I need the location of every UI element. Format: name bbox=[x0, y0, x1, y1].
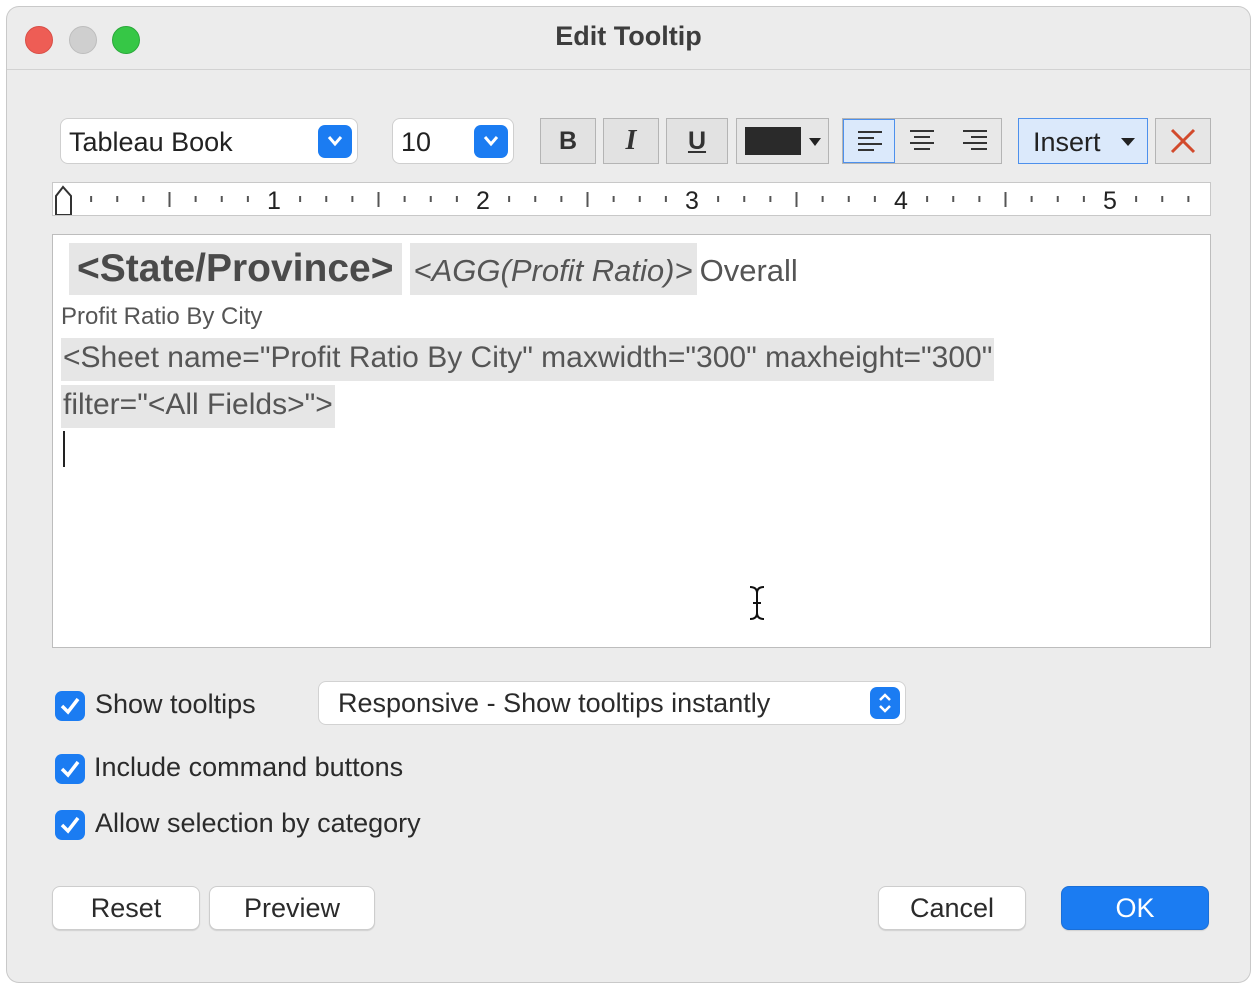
preview-button[interactable]: Preview bbox=[209, 886, 375, 930]
align-center-icon bbox=[910, 130, 934, 150]
checkmark-icon bbox=[60, 816, 80, 834]
tooltip-text-editor[interactable]: <State/Province> <AGG(Profit Ratio)> Overa… bbox=[52, 234, 1211, 648]
font-family-value: Tableau Book bbox=[69, 127, 233, 157]
italic-button[interactable]: I bbox=[603, 118, 659, 164]
tooltip-mode-value: Responsive - Show tooltips instantly bbox=[338, 688, 771, 718]
reset-button[interactable]: Reset bbox=[52, 886, 200, 930]
checkmark-icon bbox=[60, 760, 80, 778]
edit-tooltip-dialog: Edit Tooltip Tableau Book 10 B I U Inser… bbox=[7, 7, 1250, 982]
chevron-down-icon[interactable] bbox=[318, 125, 352, 158]
allow-selection-by-category-checkbox[interactable] bbox=[55, 810, 85, 840]
title-bar: Edit Tooltip bbox=[7, 7, 1250, 70]
ruler-number: 3 bbox=[685, 187, 699, 215]
alignment-group bbox=[842, 118, 1002, 164]
caret-down-icon bbox=[1121, 138, 1135, 146]
ibeam-cursor-icon bbox=[749, 586, 765, 620]
window-title: Edit Tooltip bbox=[555, 21, 702, 51]
text-color-swatch bbox=[745, 127, 801, 155]
chevron-down-icon[interactable] bbox=[474, 125, 508, 158]
close-x-icon bbox=[1170, 128, 1196, 154]
align-center-button[interactable] bbox=[896, 119, 948, 163]
indent-marker-icon[interactable] bbox=[55, 185, 72, 215]
up-down-chevron-icon[interactable] bbox=[870, 687, 900, 719]
text-profit-ratio-by-city: Profit Ratio By City bbox=[61, 303, 263, 330]
font-family-select[interactable]: Tableau Book bbox=[60, 118, 358, 164]
insert-dropdown-button[interactable]: Insert bbox=[1018, 118, 1148, 164]
ruler-number: 5 bbox=[1103, 187, 1117, 215]
ruler-number: 4 bbox=[894, 187, 908, 215]
cancel-button[interactable]: Cancel bbox=[878, 886, 1026, 930]
editor-line-1: <State/Province> <AGG(Profit Ratio)> Overa… bbox=[69, 243, 798, 299]
show-tooltips-label: Show tooltips bbox=[95, 689, 256, 719]
bold-button[interactable]: B bbox=[540, 118, 596, 164]
font-size-value: 10 bbox=[401, 127, 432, 157]
insert-label: Insert bbox=[1033, 127, 1101, 157]
align-right-icon bbox=[963, 130, 987, 150]
font-size-select[interactable]: 10 bbox=[392, 118, 514, 164]
show-tooltips-checkbox[interactable] bbox=[55, 691, 85, 721]
caret-down-icon bbox=[809, 138, 821, 146]
sheet-tag-line-2[interactable]: filter="<All Fields>"> bbox=[61, 385, 335, 428]
ruler-number: 1 bbox=[267, 187, 281, 215]
align-left-button[interactable] bbox=[843, 119, 895, 163]
allow-selection-by-category-label: Allow selection by category bbox=[95, 808, 421, 838]
tooltip-mode-select[interactable]: Responsive - Show tooltips instantly bbox=[318, 681, 906, 725]
ok-button[interactable]: OK bbox=[1061, 886, 1209, 930]
underline-button[interactable]: U bbox=[666, 118, 728, 164]
ruler-number: 2 bbox=[476, 187, 490, 215]
checkmark-icon bbox=[60, 697, 80, 715]
text-color-picker[interactable] bbox=[736, 118, 829, 164]
text-ruler: 1 2 3 4 5 bbox=[52, 182, 1211, 216]
field-state-province[interactable]: <State/Province> bbox=[69, 243, 402, 295]
sheet-tag-line-1[interactable]: <Sheet name="Profit Ratio By City" maxwi… bbox=[61, 338, 995, 381]
align-left-icon bbox=[858, 131, 882, 151]
text-caret bbox=[63, 431, 65, 467]
clear-formatting-button[interactable] bbox=[1155, 118, 1211, 164]
include-command-buttons-label: Include command buttons bbox=[94, 752, 404, 782]
field-agg-profit-ratio[interactable]: <AGG(Profit Ratio)> bbox=[409, 243, 697, 295]
align-right-button[interactable] bbox=[949, 119, 1001, 163]
include-command-buttons-checkbox[interactable] bbox=[55, 754, 85, 784]
text-overall: Overall bbox=[699, 253, 798, 288]
